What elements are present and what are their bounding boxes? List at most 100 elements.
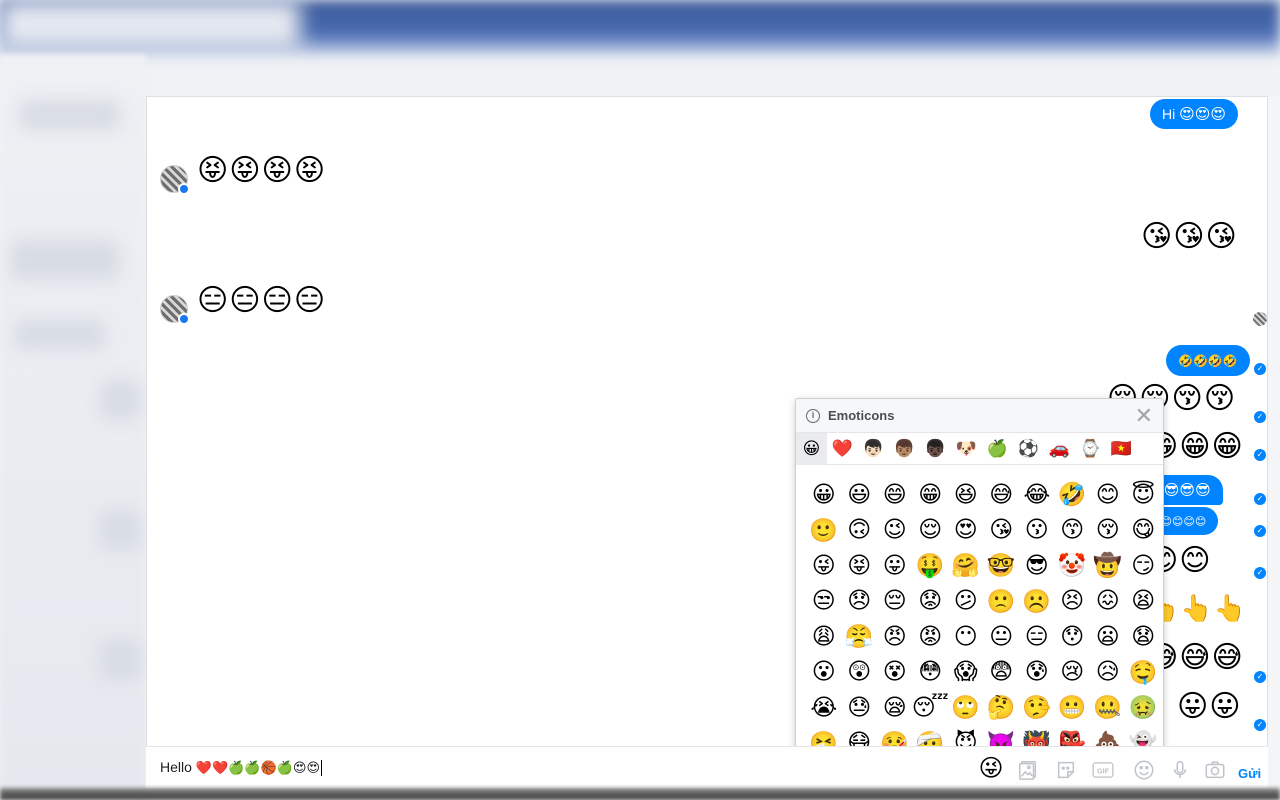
emoji-option[interactable]: 😪 [877, 690, 913, 726]
emoji-option[interactable]: 😠 [877, 619, 913, 655]
emoji-option[interactable]: 🤐 [1090, 690, 1126, 726]
message-input[interactable]: Hello ❤️❤️🍏🍏🏀🍏😍😍 [160, 759, 323, 777]
emoji-option[interactable]: 😧 [1126, 619, 1162, 655]
emoji-option[interactable]: 😩 [806, 619, 842, 655]
emoji-option[interactable]: 😚 [1090, 513, 1126, 549]
camera-icon[interactable] [1202, 757, 1228, 783]
emoji-category-tab[interactable]: 🐶 [951, 433, 982, 465]
emoji-option[interactable]: 🙂 [806, 513, 842, 549]
emoji-option[interactable]: 😍 [948, 513, 984, 549]
message-emoji-incoming[interactable]: 😑😑😑😑 [197, 283, 326, 319]
emoji-option[interactable]: 😒 [806, 584, 842, 620]
emoji-option[interactable]: 🙁 [984, 584, 1020, 620]
emoji-option[interactable]: 😰 [1019, 655, 1055, 691]
emoji-option[interactable]: 🤤 [1126, 655, 1162, 691]
emoji-option[interactable]: 😝 [842, 548, 878, 584]
emoji-option[interactable]: 😨 [984, 655, 1020, 691]
emoji-option[interactable]: 😤 [842, 619, 878, 655]
message-bubble-outgoing[interactable]: 🤣🤣🤣🤣 [1166, 345, 1250, 376]
emoji-option[interactable]: 😦 [1090, 619, 1126, 655]
emoji-option[interactable]: 😶 [948, 619, 984, 655]
emoji-option[interactable]: 😋 [1126, 513, 1162, 549]
emoji-option[interactable]: 😡 [913, 619, 949, 655]
emoji-option[interactable]: 😄 [877, 477, 913, 513]
emoji-option[interactable]: 😊 [1090, 477, 1126, 513]
emoji-option[interactable]: 😗 [1019, 513, 1055, 549]
emoji-option[interactable]: 😱 [948, 655, 984, 691]
emoji-option[interactable]: 🤓 [984, 548, 1020, 584]
emoji-option[interactable]: 🤠 [1090, 548, 1126, 584]
emoji-option[interactable]: 😁 [913, 477, 949, 513]
emoji-option[interactable]: 🙄 [948, 690, 984, 726]
emoji-option[interactable]: 🤥 [1019, 690, 1055, 726]
emoji-option[interactable]: 😕 [948, 584, 984, 620]
emoji-option[interactable]: 😂 [1019, 477, 1055, 513]
emoji-option[interactable]: 😣 [1055, 584, 1091, 620]
emoji-option[interactable]: 😛 [877, 548, 913, 584]
emoji-option[interactable]: 😲 [842, 655, 878, 691]
emoji-option[interactable]: 🤡 [1055, 548, 1091, 584]
emoji-option[interactable]: 😳 [913, 655, 949, 691]
emoji-option[interactable]: 😯 [1055, 619, 1091, 655]
emoji-option[interactable]: 😎 [1019, 548, 1055, 584]
emoji-option[interactable]: 😓 [842, 690, 878, 726]
emoji-option[interactable]: 😜 [806, 548, 842, 584]
image-icon[interactable] [1015, 757, 1041, 783]
emoji-option[interactable]: 😥 [1090, 655, 1126, 691]
emoji-category-tab[interactable]: 😀 [796, 432, 827, 465]
emoji-category-tab[interactable]: ⚽ [1013, 433, 1044, 465]
info-icon[interactable]: i [806, 408, 820, 423]
emoji-option[interactable]: 🤣 [1055, 477, 1091, 513]
emoji-option[interactable]: 😆 [948, 477, 984, 513]
emoji-option[interactable]: 😮 [806, 655, 842, 691]
message-emoji-incoming[interactable]: 😝😝😝😝 [197, 153, 326, 189]
message-emoji-outgoing[interactable]: 😛😛 [1177, 689, 1242, 725]
emoji-option[interactable]: 🙃 [842, 513, 878, 549]
emoji-category-tab[interactable]: 👦🏿 [920, 433, 951, 465]
emoji-option[interactable]: 😏 [1126, 548, 1162, 584]
emoji-option[interactable]: 😉 [877, 513, 913, 549]
emoji-option[interactable]: 😫 [1126, 584, 1162, 620]
emoji-option[interactable]: 😴 [912, 690, 949, 726]
emoji-picker-button[interactable]: 😜 [978, 754, 1004, 782]
smile-icon[interactable] [1131, 757, 1157, 783]
emoji-option[interactable]: 😙 [1055, 513, 1091, 549]
gif-icon[interactable]: GIF [1090, 757, 1116, 783]
emoji-option[interactable]: 😐 [984, 619, 1020, 655]
emoji-option[interactable]: 😭 [806, 690, 842, 726]
emoji-category-tab[interactable]: 🇻🇳 [1106, 433, 1137, 465]
close-icon[interactable]: ✕ [1135, 404, 1153, 426]
microphone-icon[interactable] [1167, 757, 1193, 783]
emoji-option[interactable]: 😇 [1126, 477, 1162, 513]
sticker-icon[interactable] [1053, 757, 1079, 783]
emoji-option[interactable]: 😌 [913, 513, 949, 549]
emoji-option[interactable]: 😞 [842, 584, 878, 620]
message-emoji-outgoing[interactable]: 😘😘😘 [1141, 219, 1238, 255]
emoji-category-tab[interactable]: 👦🏻 [858, 433, 889, 465]
send-button[interactable]: Gửi [1238, 766, 1261, 781]
message-bubble-outgoing[interactable]: Hi 😍😍😍 [1150, 99, 1239, 129]
emoji-option[interactable]: 🤗 [948, 548, 984, 584]
emoji-option[interactable]: 😑 [1019, 619, 1055, 655]
emoji-option[interactable]: 😟 [913, 584, 949, 620]
contact-avatar[interactable] [160, 295, 190, 325]
emoji-picker-popup[interactable]: i Emoticons ✕ 😀 ❤️ 👦🏻 👦🏽 👦🏿 🐶 🍏 ⚽ 🚗 ⌚ 🇻🇳 😀 😃 😄 😁 😆 😅 😂 🤣 😊… [795, 398, 1164, 750]
emoji-option[interactable]: 😬 [1055, 690, 1091, 726]
emoji-option[interactable]: 😖 [1090, 584, 1126, 620]
emoji-category-tab[interactable]: 👦🏽 [889, 433, 920, 465]
emoji-option[interactable]: 😅 [984, 477, 1020, 513]
emoji-category-tab[interactable]: 🍏 [982, 433, 1013, 465]
emoji-category-tab[interactable]: ❤️ [827, 433, 858, 465]
emoji-category-tab[interactable]: 🚗 [1044, 433, 1075, 465]
emoji-option[interactable]: 😃 [842, 477, 878, 513]
emoji-category-tab[interactable]: ⌚ [1075, 433, 1106, 465]
emoji-option[interactable]: 😔 [877, 584, 913, 620]
emoji-option[interactable]: 😘 [984, 513, 1020, 549]
emoji-option[interactable]: 😢 [1055, 655, 1091, 691]
emoji-option[interactable]: 🤢 [1126, 690, 1162, 726]
contact-avatar[interactable] [160, 165, 190, 195]
emoji-option[interactable]: 😵 [877, 655, 913, 691]
emoji-option[interactable]: 😀 [806, 477, 842, 513]
emoji-option[interactable]: 🤔 [984, 690, 1020, 726]
emoji-option[interactable]: ☹️ [1019, 584, 1055, 620]
